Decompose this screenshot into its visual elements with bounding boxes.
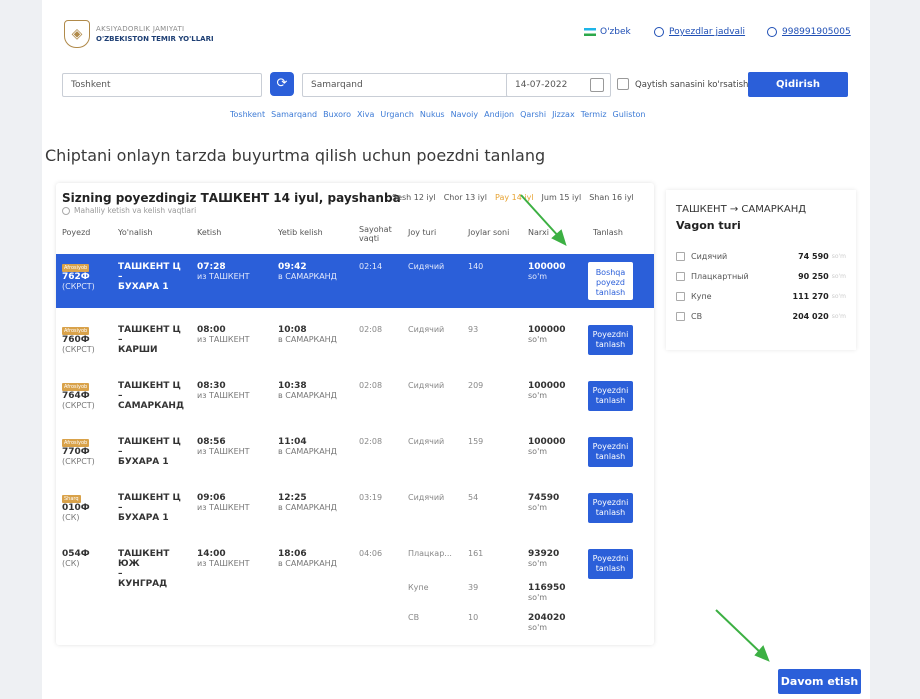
annotation-arrow-price [520, 194, 561, 239]
annotation-arrow-continue [715, 609, 763, 655]
annotation-arrows [520, 194, 770, 662]
